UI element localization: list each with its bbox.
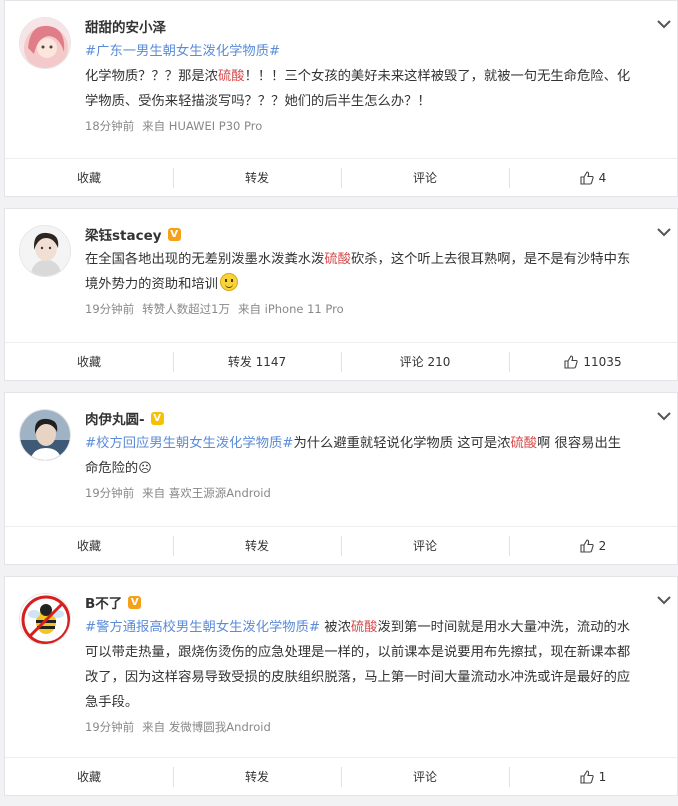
post-card: B不了 V #警方通报高校男生朝女生泼化学物质# 被浓硫酸泼到第一时间就是用水大… bbox=[4, 576, 678, 796]
post-source: 来自 喜欢王源源Android bbox=[142, 486, 271, 500]
chevron-down-icon[interactable] bbox=[657, 227, 671, 237]
keyword-link[interactable]: 硫酸 bbox=[324, 252, 351, 267]
favorite-label: 收藏 bbox=[76, 769, 101, 784]
comment-label: 评论 210 bbox=[399, 354, 451, 369]
chevron-down-icon[interactable] bbox=[657, 19, 671, 29]
post-text: 被浓 bbox=[320, 620, 351, 635]
post-text: 在全国各地出现的无差别泼墨水泼粪水泼 bbox=[85, 252, 325, 267]
comment-button[interactable]: 评论 210 bbox=[341, 351, 509, 373]
repost-label: 转发 bbox=[244, 538, 269, 553]
post-time[interactable]: 19分钟前 bbox=[85, 302, 134, 316]
favorite-label: 收藏 bbox=[76, 170, 101, 185]
post-meta: 18分钟前 来自 HUAWEI P30 Pro bbox=[85, 118, 637, 134]
post-source: 来自 iPhone 11 Pro bbox=[237, 302, 344, 316]
action-bar: 收藏 转发 评论 2 bbox=[5, 526, 677, 564]
post-text: 化学物质？？？那是浓 bbox=[85, 69, 218, 84]
like-count: 11035 bbox=[583, 354, 622, 369]
post-source: 来自 发微博圆我Android bbox=[142, 720, 271, 734]
post-text: 为什么避重就轻说化学物质 这可是浓 bbox=[293, 436, 511, 451]
like-count: 1 bbox=[598, 769, 607, 784]
post-content: 在全国各地出现的无差别泼墨水泼粪水泼硫酸砍杀，这个听上去很耳熟啊，是不是有沙特中… bbox=[85, 247, 637, 297]
hashtag-link[interactable]: #校方回应男生朝女生泼化学物质# bbox=[85, 436, 293, 451]
comment-button[interactable]: 评论 bbox=[341, 766, 509, 788]
verified-badge-icon: V bbox=[167, 227, 181, 241]
repost-button[interactable]: 转发 1147 bbox=[173, 351, 341, 373]
like-button[interactable]: 1 bbox=[509, 766, 677, 788]
post-source: 来自 HUAWEI P30 Pro bbox=[142, 119, 263, 133]
verified-badge-icon: V bbox=[150, 411, 164, 425]
avatar[interactable] bbox=[19, 225, 71, 277]
repost-button[interactable]: 转发 bbox=[173, 766, 341, 788]
favorite-button[interactable]: 收藏 bbox=[5, 535, 173, 557]
thumbs-up-icon bbox=[564, 354, 579, 369]
repost-button[interactable]: 转发 bbox=[173, 167, 341, 189]
like-count: 4 bbox=[598, 170, 607, 185]
post-content: #广东一男生朝女生泼化学物质# 化学物质？？？那是浓硫酸！！！三个女孩的美好未来… bbox=[85, 39, 637, 114]
post-time[interactable]: 19分钟前 bbox=[85, 486, 134, 500]
post-extra: 转赞人数超过1万 bbox=[142, 302, 230, 316]
like-button[interactable]: 11035 bbox=[509, 351, 677, 373]
frown-emoji-icon: ☹ bbox=[138, 461, 152, 476]
post-card: 肉伊丸圆- V #校方回应男生朝女生泼化学物质#为什么避重就轻说化学物质 这可是… bbox=[4, 392, 678, 565]
verified-badge-icon: V bbox=[128, 595, 142, 609]
avatar[interactable] bbox=[19, 409, 71, 461]
chevron-down-icon[interactable] bbox=[657, 411, 671, 421]
post-content: #校方回应男生朝女生泼化学物质#为什么避重就轻说化学物质 这可是浓硫酸啊 很容易… bbox=[85, 431, 637, 481]
smile-emoji-icon bbox=[219, 273, 238, 291]
post-time[interactable]: 18分钟前 bbox=[85, 119, 134, 133]
comment-button[interactable]: 评论 bbox=[341, 535, 509, 557]
keyword-link[interactable]: 硫酸 bbox=[351, 620, 378, 635]
action-bar: 收藏 转发 1147 评论 210 11035 bbox=[5, 342, 677, 380]
username[interactable]: 甜甜的安小泽 bbox=[85, 16, 166, 36]
favorite-button[interactable]: 收藏 bbox=[5, 766, 173, 788]
avatar[interactable] bbox=[19, 17, 71, 69]
like-count: 2 bbox=[598, 538, 607, 553]
keyword-link[interactable]: 硫酸 bbox=[510, 436, 537, 451]
hashtag-link[interactable]: #广东一男生朝女生泼化学物质# bbox=[85, 44, 280, 59]
repost-label: 转发 bbox=[244, 769, 269, 784]
post-meta: 19分钟前 来自 喜欢王源源Android bbox=[85, 485, 637, 501]
comment-label: 评论 bbox=[412, 538, 437, 553]
repost-label: 转发 bbox=[244, 170, 269, 185]
comment-label: 评论 bbox=[412, 769, 437, 784]
chevron-down-icon[interactable] bbox=[657, 595, 671, 605]
action-bar: 收藏 转发 评论 1 bbox=[5, 757, 677, 795]
hashtag-link[interactable]: #警方通报高校男生朝女生泼化学物质# bbox=[85, 620, 320, 635]
like-button[interactable]: 2 bbox=[509, 535, 677, 557]
thumbs-up-icon bbox=[580, 538, 594, 553]
post-content: #警方通报高校男生朝女生泼化学物质# 被浓硫酸泼到第一时间就是用水大量冲洗，流动… bbox=[85, 615, 637, 715]
post-meta: 19分钟前 来自 发微博圆我Android bbox=[85, 719, 637, 735]
post-meta: 19分钟前 转赞人数超过1万 来自 iPhone 11 Pro bbox=[85, 301, 637, 317]
action-bar: 收藏 转发 评论 4 bbox=[5, 158, 677, 196]
post-card: 甜甜的安小泽 #广东一男生朝女生泼化学物质# 化学物质？？？那是浓硫酸！！！三个… bbox=[4, 0, 678, 197]
username[interactable]: 梁钰stacey bbox=[85, 224, 162, 244]
favorite-button[interactable]: 收藏 bbox=[5, 351, 173, 373]
like-button[interactable]: 4 bbox=[509, 167, 677, 189]
favorite-button[interactable]: 收藏 bbox=[5, 167, 173, 189]
post-time[interactable]: 19分钟前 bbox=[85, 720, 134, 734]
keyword-link[interactable]: 硫酸 bbox=[218, 69, 245, 84]
avatar[interactable] bbox=[19, 593, 71, 645]
username[interactable]: 肉伊丸圆- bbox=[85, 408, 145, 428]
comment-button[interactable]: 评论 bbox=[341, 167, 509, 189]
favorite-label: 收藏 bbox=[76, 354, 101, 369]
thumbs-up-icon bbox=[580, 769, 594, 784]
post-card: 梁钰stacey V 在全国各地出现的无差别泼墨水泼粪水泼硫酸砍杀，这个听上去很… bbox=[4, 208, 678, 381]
repost-button[interactable]: 转发 bbox=[173, 535, 341, 557]
thumbs-up-icon bbox=[580, 170, 594, 185]
comment-label: 评论 bbox=[412, 170, 437, 185]
repost-label: 转发 1147 bbox=[227, 354, 287, 369]
username[interactable]: B不了 bbox=[85, 592, 122, 612]
favorite-label: 收藏 bbox=[76, 538, 101, 553]
